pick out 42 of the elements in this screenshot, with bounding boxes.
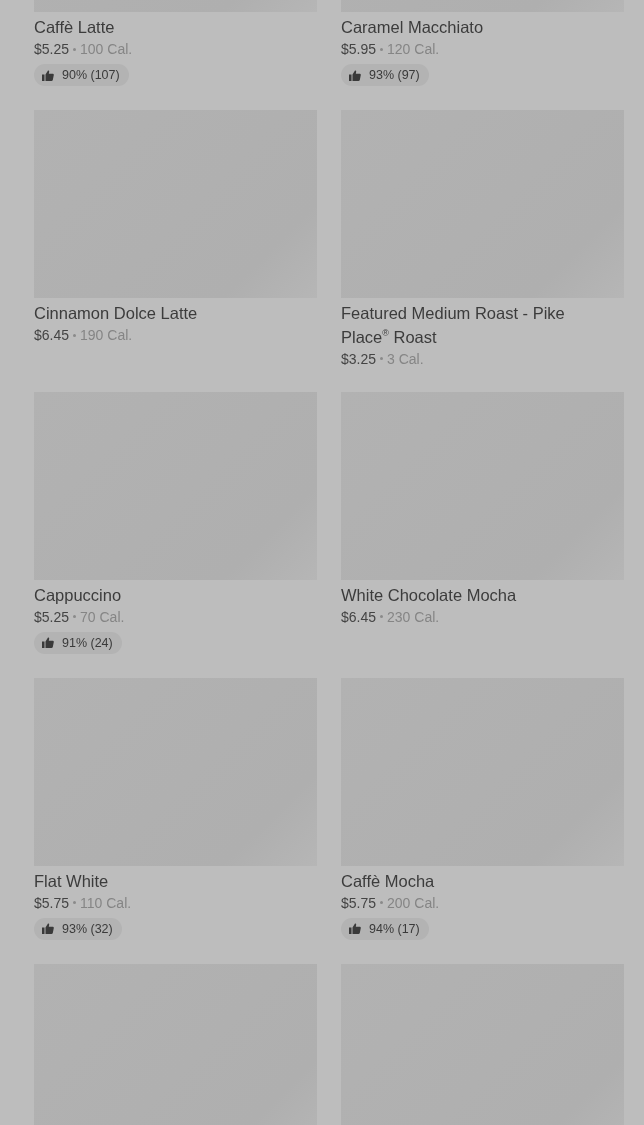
calories: 120 Cal.	[387, 40, 440, 58]
price: $5.25	[34, 40, 70, 58]
price: $3.25	[341, 349, 377, 368]
price: $5.25	[34, 607, 70, 626]
price: $6.45	[34, 326, 70, 344]
separator-dot	[380, 615, 384, 618]
separator-dot	[73, 333, 77, 337]
product-name[interactable]: Caffè Mocha	[341, 870, 435, 891]
product-name[interactable]: Caffè Latte	[34, 17, 115, 37]
product-name[interactable]: Cappuccino	[34, 584, 122, 605]
separator-dot	[380, 357, 384, 360]
product-name[interactable]: Flat White	[34, 870, 109, 891]
separator-dot	[73, 47, 77, 51]
thumbs-up-icon	[349, 69, 361, 81]
rating-badge: 93% (32)	[34, 917, 122, 940]
separator-dot	[73, 901, 77, 904]
price: $6.45	[341, 607, 377, 626]
rating-badge: 91% (24)	[34, 631, 122, 654]
calories: 190 Cal.	[80, 326, 133, 344]
separator-dot	[380, 47, 384, 51]
price: $5.75	[34, 893, 70, 912]
product-name[interactable]: Cinnamon Dolce Latte	[34, 303, 198, 323]
calories: 100 Cal.	[80, 40, 133, 58]
calories: 3 Cal.	[387, 349, 424, 368]
separator-dot	[73, 615, 77, 618]
thumbs-up-icon	[42, 637, 54, 648]
calories: 70 Cal.	[80, 607, 125, 626]
product-name[interactable]: Featured Medium Roast - Pike Place$^{®}$ Roast	[341, 303, 581, 347]
thumbs-up-icon	[42, 923, 54, 934]
thumbs-up-icon	[42, 69, 54, 81]
product-name[interactable]: White Chocolate Mocha	[341, 584, 517, 605]
price: $5.75	[341, 893, 377, 912]
price: $5.95	[341, 40, 377, 58]
rating-badge: 90% (107)	[34, 64, 129, 86]
thumbs-up-icon	[349, 923, 361, 934]
calories: 230 Cal.	[387, 607, 440, 626]
separator-dot	[380, 901, 384, 904]
rating-badge: 94% (17)	[341, 917, 429, 940]
product-name[interactable]: Caramel Macchiato	[341, 17, 484, 37]
calories: 110 Cal.	[80, 893, 132, 912]
rating-badge: 93% (97)	[341, 64, 429, 86]
calories: 200 Cal.	[387, 893, 440, 912]
